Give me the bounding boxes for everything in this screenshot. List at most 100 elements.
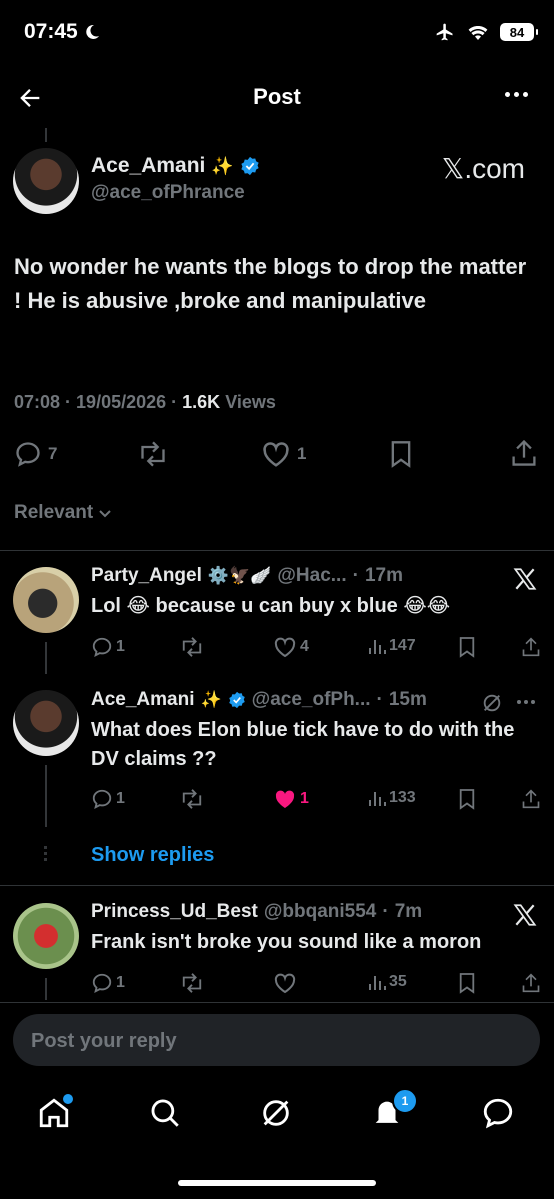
thread-line bbox=[45, 765, 47, 827]
views-button[interactable]: 147 bbox=[368, 636, 416, 656]
status-bar-time: 07:45 bbox=[24, 20, 100, 44]
post-text: No wonder he wants the blogs to drop the… bbox=[14, 254, 527, 313]
reply-input[interactable] bbox=[13, 1014, 513, 1068]
reply-author-name[interactable]: Party_Angel bbox=[91, 565, 202, 587]
like-button[interactable]: 1 bbox=[261, 440, 306, 468]
like-count: 4 bbox=[300, 638, 309, 655]
repost-icon bbox=[182, 637, 202, 657]
reply-age[interactable]: 7m bbox=[395, 901, 422, 923]
reply-author-name[interactable]: Ace_Amani bbox=[91, 689, 195, 711]
reply-count: 1 bbox=[116, 974, 125, 991]
view-count: 133 bbox=[389, 789, 416, 806]
divider bbox=[0, 1002, 554, 1003]
x-watermark: 𝕏.com bbox=[441, 153, 525, 184]
bookmark-icon[interactable] bbox=[388, 440, 414, 468]
battery-level: 84 bbox=[509, 24, 525, 40]
heart-filled-icon bbox=[275, 790, 295, 808]
reply-button[interactable]: 1 bbox=[91, 788, 125, 810]
reply-actions: 1 35 bbox=[91, 972, 541, 996]
author-info[interactable]: Ace_Amani ✨ @ace_ofPhrance bbox=[91, 154, 260, 204]
repost-button[interactable] bbox=[179, 972, 205, 994]
view-count: 147 bbox=[389, 637, 416, 654]
reply-author-handle[interactable]: @ace_ofPh... bbox=[252, 689, 371, 711]
reply-button[interactable]: 1 bbox=[91, 636, 125, 658]
repost-icon[interactable] bbox=[136, 440, 170, 468]
bookmark-icon[interactable] bbox=[458, 636, 476, 658]
more-options-icon[interactable] bbox=[505, 92, 528, 97]
views-chart-icon bbox=[369, 976, 386, 990]
thread-line-top bbox=[45, 128, 47, 142]
battery-indicator: 84 bbox=[500, 23, 538, 41]
reply-button[interactable]: 1 bbox=[91, 972, 125, 994]
thread-dots bbox=[44, 846, 47, 861]
x-logo-icon bbox=[513, 568, 537, 590]
page-title: Post bbox=[253, 84, 301, 109]
reply-age[interactable]: 17m bbox=[365, 565, 403, 587]
reply-text: What does Elon blue tick have to do with… bbox=[91, 719, 515, 770]
share-icon[interactable] bbox=[521, 788, 541, 810]
moon-icon bbox=[86, 24, 99, 39]
reply-composer[interactable] bbox=[13, 1014, 540, 1068]
heart-icon bbox=[274, 973, 296, 994]
reply-count: 1 bbox=[116, 638, 125, 655]
reply-age[interactable]: 15m bbox=[389, 689, 427, 711]
clock-text: 07:45 bbox=[24, 20, 78, 43]
notification-count: 1 bbox=[401, 1094, 409, 1108]
sparkles-emoji: ✨ bbox=[211, 155, 234, 176]
like-button[interactable] bbox=[273, 972, 297, 994]
nav-home[interactable] bbox=[37, 1092, 75, 1130]
like-button-active[interactable]: 1 bbox=[273, 788, 309, 810]
reply-author-name[interactable]: Princess_Ud_Best bbox=[91, 901, 258, 923]
bookmark-icon[interactable] bbox=[458, 972, 476, 994]
grok-icon[interactable] bbox=[259, 1096, 293, 1130]
home-indicator[interactable] bbox=[178, 1180, 376, 1186]
search-icon[interactable] bbox=[148, 1096, 182, 1130]
share-icon[interactable] bbox=[510, 438, 538, 468]
author-name[interactable]: Ace_Amani bbox=[91, 154, 205, 178]
repost-button[interactable] bbox=[179, 788, 208, 810]
name-emojis: ✨ bbox=[200, 690, 222, 709]
heart-icon bbox=[263, 442, 289, 467]
reply-header: Party_Angel ⚙️🦅🪽 @Hac... · 17m bbox=[91, 565, 403, 587]
reply-button[interactable]: 7 bbox=[14, 440, 57, 468]
nav-notifications[interactable]: 1 bbox=[370, 1088, 418, 1130]
reply-count: 7 bbox=[48, 444, 58, 463]
notification-badge: 1 bbox=[392, 1088, 418, 1114]
show-replies-link[interactable]: Show replies bbox=[91, 844, 214, 867]
view-count: 35 bbox=[389, 973, 407, 990]
reply-avatar[interactable] bbox=[13, 567, 79, 633]
reply-icon bbox=[92, 973, 112, 993]
views-chart-icon bbox=[369, 640, 386, 654]
bottom-nav: 1 bbox=[0, 1088, 554, 1140]
grok-icon[interactable] bbox=[481, 692, 503, 714]
messages-icon[interactable] bbox=[481, 1096, 515, 1130]
repost-icon bbox=[182, 789, 202, 809]
reply-header: Ace_Amani ✨ @ace_ofPh... · 15m bbox=[91, 689, 427, 711]
like-button[interactable]: 4 bbox=[273, 636, 309, 658]
repost-button[interactable] bbox=[179, 636, 208, 658]
reply-avatar[interactable] bbox=[13, 903, 79, 969]
reply-author-handle[interactable]: @bbqani554 bbox=[264, 901, 377, 923]
share-icon[interactable] bbox=[521, 972, 541, 994]
status-bar-indicators: 84 bbox=[434, 22, 538, 42]
wifi-icon bbox=[468, 26, 488, 40]
reply-avatar[interactable] bbox=[13, 690, 79, 756]
reply-text: Lol 😂 because u can buy x blue 😂😂 bbox=[91, 595, 451, 617]
divider bbox=[0, 885, 554, 886]
reply-author-handle[interactable]: @Hac... bbox=[277, 565, 346, 587]
unread-dot bbox=[61, 1092, 75, 1106]
views-button[interactable]: 35 bbox=[368, 972, 407, 992]
views-button[interactable]: 133 bbox=[368, 788, 416, 808]
author-avatar[interactable] bbox=[13, 148, 79, 214]
author-handle: @ace_ofPhrance bbox=[91, 182, 245, 203]
views-label: Views bbox=[225, 392, 276, 412]
reply-header: Princess_Ud_Best @bbqani554 · 7m bbox=[91, 901, 423, 923]
reply-actions: 1 1 133 bbox=[91, 788, 541, 812]
post-time[interactable]: 07:08 bbox=[14, 392, 60, 412]
share-icon[interactable] bbox=[521, 636, 541, 658]
sort-dropdown[interactable]: Relevant bbox=[14, 502, 113, 524]
heart-icon bbox=[274, 637, 296, 658]
reply-more-options-icon[interactable] bbox=[517, 700, 535, 704]
post-date[interactable]: 19/05/2026 bbox=[76, 392, 166, 412]
bookmark-icon[interactable] bbox=[458, 788, 476, 810]
